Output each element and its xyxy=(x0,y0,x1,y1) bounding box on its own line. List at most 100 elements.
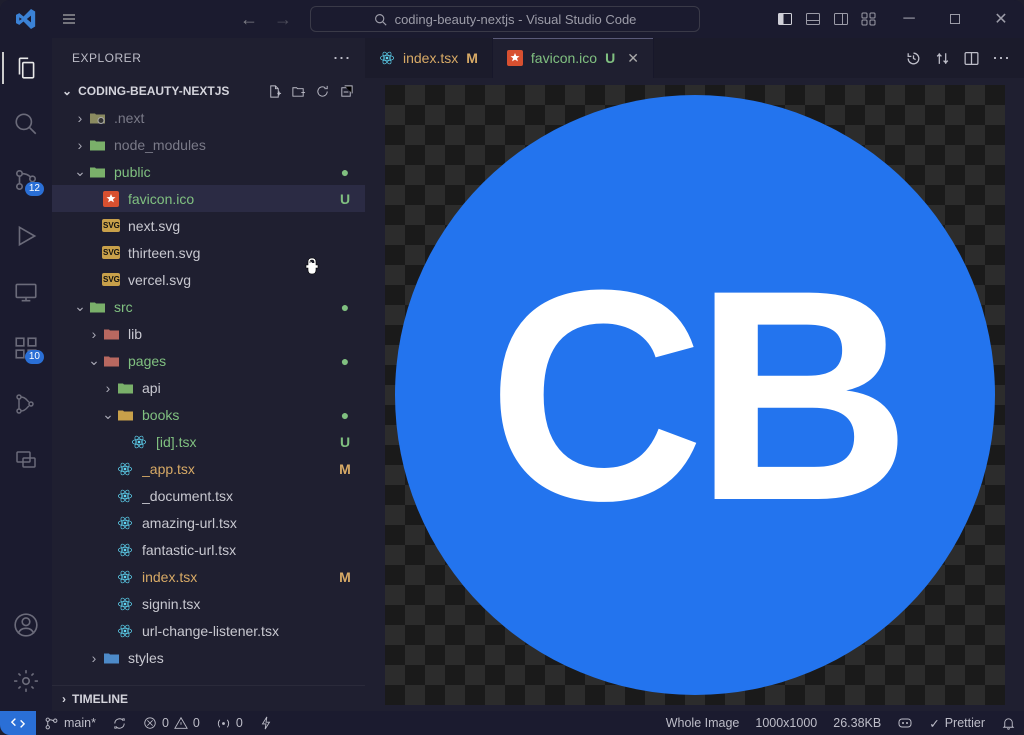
filesize-indicator[interactable]: 26.38KB xyxy=(825,711,889,735)
activity-scm-icon[interactable]: 12 xyxy=(2,160,50,200)
error-icon xyxy=(143,716,157,730)
tree-item-label: src xyxy=(114,299,335,315)
tree-item[interactable]: fantastic-url.tsx xyxy=(52,536,365,563)
file-icon xyxy=(130,433,148,451)
tree-item[interactable]: index.tsxM xyxy=(52,563,365,590)
zoom-indicator[interactable]: Whole Image xyxy=(658,711,748,735)
git-dot: ● xyxy=(335,353,355,369)
window-minimize-icon[interactable]: ─ xyxy=(886,0,932,38)
editor-diff-icon[interactable] xyxy=(934,50,951,67)
file-icon xyxy=(116,487,134,505)
tab-close-icon[interactable]: ✕ xyxy=(627,50,639,67)
twisty-icon: ⌄ xyxy=(72,298,88,315)
remote-indicator[interactable] xyxy=(0,711,36,735)
tree-item-label: pages xyxy=(128,353,335,369)
tree-item[interactable]: ⌄pages● xyxy=(52,347,365,374)
editor-tab[interactable]: favicon.icoU✕ xyxy=(493,38,654,78)
vscode-logo xyxy=(0,9,52,29)
tree-item[interactable]: ⌄src● xyxy=(52,293,365,320)
tree-item-label: fantastic-url.tsx xyxy=(142,542,355,558)
editor-tab[interactable]: index.tsxM xyxy=(365,38,493,78)
tab-label: favicon.ico xyxy=(531,50,597,66)
editor-split-icon[interactable] xyxy=(963,50,980,67)
project-section-header[interactable]: ⌄ CODING-BEAUTY-NEXTJS xyxy=(52,78,365,104)
copilot-indicator[interactable] xyxy=(889,711,921,735)
activity-search-icon[interactable] xyxy=(2,104,50,144)
nav-forward-icon[interactable]: → xyxy=(270,9,296,30)
activity-remote-icon[interactable] xyxy=(2,272,50,312)
window-maximize-icon[interactable] xyxy=(932,0,978,38)
tree-item[interactable]: ›api xyxy=(52,374,365,401)
copilot-icon xyxy=(897,715,913,731)
tree-item[interactable]: _document.tsx xyxy=(52,482,365,509)
tree-item[interactable]: _app.tsxM xyxy=(52,455,365,482)
status-bar: main* 0 0 0 Whole Image 1000x1000 26.38K… xyxy=(0,711,1024,735)
tree-item[interactable]: amazing-url.tsx xyxy=(52,509,365,536)
file-icon xyxy=(116,460,134,478)
activity-explorer-icon[interactable] xyxy=(2,48,50,88)
layout-panel-icon[interactable] xyxy=(802,8,824,30)
nav-back-icon[interactable]: ← xyxy=(236,9,262,30)
tree-item[interactable]: SVGvercel.svg xyxy=(52,266,365,293)
tree-item[interactable]: favicon.icoU xyxy=(52,185,365,212)
layout-secondary-icon[interactable] xyxy=(830,8,852,30)
activity-settings-icon[interactable] xyxy=(2,661,50,701)
tree-item[interactable]: signin.tsx xyxy=(52,590,365,617)
tree-item[interactable]: ⌄books● xyxy=(52,401,365,428)
tree-item[interactable]: ›styles xyxy=(52,644,365,671)
tree-item[interactable]: ›lib xyxy=(52,320,365,347)
file-icon xyxy=(116,622,134,640)
activity-extensions-icon[interactable]: 10 xyxy=(2,328,50,368)
tree-item-label: amazing-url.tsx xyxy=(142,515,355,531)
new-folder-icon[interactable] xyxy=(291,84,307,99)
tree-item[interactable]: ›node_modules xyxy=(52,131,365,158)
extensions-badge: 10 xyxy=(25,350,44,364)
sync-indicator[interactable] xyxy=(104,711,135,735)
twisty-icon: › xyxy=(72,137,88,153)
tree-item[interactable]: ⌄public● xyxy=(52,158,365,185)
tree-item[interactable]: url-change-listener.tsx xyxy=(52,617,365,644)
problems-indicator[interactable]: 0 0 xyxy=(135,711,208,735)
tree-item[interactable]: SVGthirteen.svg xyxy=(52,239,365,266)
editor-more-icon[interactable]: ⋯ xyxy=(992,48,1010,69)
layout-customize-icon[interactable] xyxy=(858,8,880,30)
branch-indicator[interactable]: main* xyxy=(36,711,104,735)
timeline-section-header[interactable]: › TIMELINE xyxy=(52,685,365,711)
file-icon xyxy=(102,190,120,208)
refresh-icon[interactable] xyxy=(315,84,331,99)
editor-history-icon[interactable] xyxy=(905,50,922,67)
chevron-right-icon: › xyxy=(62,692,66,706)
activity-chat-icon[interactable] xyxy=(2,440,50,480)
collapse-all-icon[interactable] xyxy=(339,84,355,99)
notifications-indicator[interactable] xyxy=(993,711,1024,735)
tree-item[interactable]: SVGnext.svg xyxy=(52,212,365,239)
titlebar: ← → coding-beauty-nextjs - Visual Studio… xyxy=(0,0,1024,38)
file-icon xyxy=(116,568,134,586)
ports-indicator[interactable]: 0 xyxy=(208,711,251,735)
new-file-icon[interactable] xyxy=(267,84,283,99)
explorer-more-icon[interactable]: ⋯ xyxy=(333,48,352,69)
activity-account-icon[interactable] xyxy=(2,605,50,645)
activity-debug-icon[interactable] xyxy=(2,216,50,256)
transparency-checker: CB xyxy=(385,85,1005,705)
explorer-sidebar: EXPLORER ⋯ ⌄ CODING-BEAUTY-NEXTJS ›.next… xyxy=(52,38,365,711)
prettier-indicator[interactable]: ✓Prettier xyxy=(921,711,993,735)
file-icon xyxy=(116,541,134,559)
window-close-icon[interactable]: ✕ xyxy=(978,0,1024,38)
layout-primary-icon[interactable] xyxy=(774,8,796,30)
tree-item-label: books xyxy=(142,407,335,423)
editor-body[interactable]: CB xyxy=(365,78,1024,711)
debug-start-indicator[interactable] xyxy=(251,711,281,735)
tree-item-label: _app.tsx xyxy=(142,461,335,477)
check-icon: ✓ xyxy=(929,716,939,731)
hamburger-menu-icon[interactable] xyxy=(52,0,86,38)
tree-item[interactable]: [id].tsxU xyxy=(52,428,365,455)
tree-item[interactable]: ›.next xyxy=(52,104,365,131)
activity-git-graph-icon[interactable] xyxy=(2,384,50,424)
tab-label: index.tsx xyxy=(403,50,458,66)
editor-tabs: index.tsxMfavicon.icoU✕ ⋯ xyxy=(365,38,1024,78)
file-icon: SVG xyxy=(102,244,120,262)
dimensions-indicator[interactable]: 1000x1000 xyxy=(747,711,825,735)
file-icon xyxy=(116,379,134,397)
command-center[interactable]: coding-beauty-nextjs - Visual Studio Cod… xyxy=(310,6,700,32)
